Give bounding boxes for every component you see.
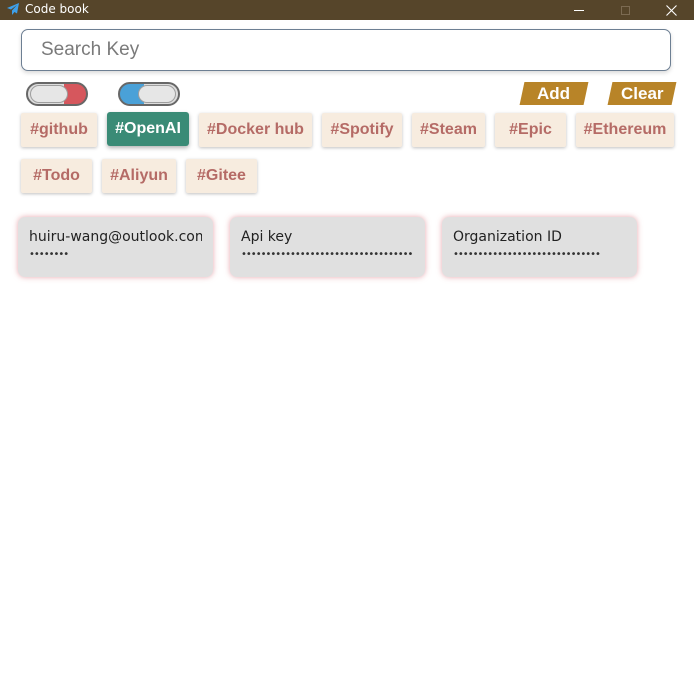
tag-todo[interactable]: #Todo <box>21 159 92 193</box>
toggle-knob <box>30 85 68 103</box>
search-input[interactable] <box>21 29 671 71</box>
card-label: Api key <box>241 229 293 245</box>
maximize-button[interactable] <box>602 0 648 20</box>
masked-value: •••••••••••••••••••••••••••••• <box>453 249 601 260</box>
add-button[interactable]: Add <box>519 82 589 105</box>
tag-docker-hub[interactable]: #Docker hub <box>199 113 312 147</box>
toggle-switch-1[interactable] <box>26 82 88 106</box>
clear-button-label: Clear <box>620 84 664 103</box>
tag-gitee[interactable]: #Gitee <box>186 159 257 193</box>
tag-openai[interactable]: #OpenAI <box>107 112 189 146</box>
card-label: huiru-wang@outlook.com <box>29 229 202 245</box>
credential-card-api-key[interactable]: Api key ••••••••••••••••••••••••••••••••… <box>230 217 425 277</box>
tag-aliyun[interactable]: #Aliyun <box>102 159 176 193</box>
close-icon <box>665 4 677 16</box>
minimize-button[interactable] <box>556 0 602 20</box>
credential-card-email[interactable]: huiru-wang@outlook.com •••••••• <box>18 217 213 277</box>
add-button-label: Add <box>537 84 571 103</box>
title-bar: Code book <box>0 0 694 20</box>
tag-github[interactable]: #github <box>21 113 97 147</box>
tag-ethereum[interactable]: #Ethereum <box>576 113 674 147</box>
maximize-icon <box>620 5 630 15</box>
close-button[interactable] <box>648 0 694 20</box>
masked-value: •••••••• <box>29 249 69 260</box>
toggle-knob <box>138 85 176 103</box>
tag-epic[interactable]: #Epic <box>495 113 566 147</box>
tag-steam[interactable]: #Steam <box>412 113 485 147</box>
window-title: Code book <box>25 2 89 16</box>
masked-value: ••••••••••••••••••••••••••••••••••••••• <box>241 249 414 260</box>
minimize-icon <box>574 9 584 11</box>
credential-card-organization-id[interactable]: Organization ID ••••••••••••••••••••••••… <box>442 217 637 277</box>
paper-plane-icon <box>7 3 19 15</box>
tag-spotify[interactable]: #Spotify <box>322 113 402 147</box>
toggle-switch-2[interactable] <box>118 82 180 106</box>
clear-button[interactable]: Clear <box>607 82 677 105</box>
card-label: Organization ID <box>453 229 562 245</box>
